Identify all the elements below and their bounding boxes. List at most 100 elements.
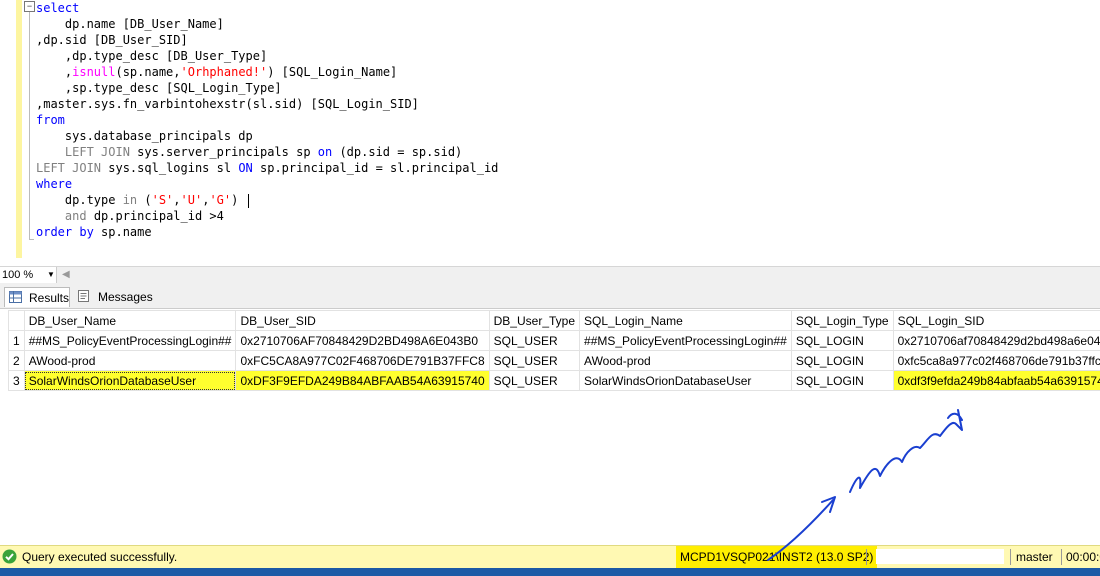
tab-results-label: Results bbox=[29, 291, 70, 305]
window-bottom-edge bbox=[0, 568, 1100, 576]
table-cell[interactable]: SolarWindsOrionDatabaseUser bbox=[23, 370, 237, 391]
table-cell[interactable]: SQL_LOGIN bbox=[790, 370, 894, 391]
tab-messages-label: Messages bbox=[98, 290, 153, 304]
chevron-down-icon: ▼ bbox=[47, 270, 55, 279]
results-grid[interactable]: DB_User_Name DB_User_SID DB_User_Type SQ… bbox=[0, 309, 1100, 545]
table-row[interactable]: 2 AWood-prod 0xFC5CA8A977C02F468706DE791B3… bbox=[8, 350, 1100, 371]
elapsed-time: 00:00:0 bbox=[1066, 550, 1100, 564]
code-line: LEFT JOIN sys.sql_logins sl ON sp.princi… bbox=[36, 160, 498, 176]
code-line: select bbox=[36, 0, 79, 16]
table-cell[interactable]: 0x2710706AF70848429D2BD498A6E043B0 bbox=[235, 330, 490, 351]
status-divider bbox=[1010, 549, 1011, 565]
column-header[interactable]: SQL_Login_Type bbox=[790, 310, 894, 331]
code-token: ( bbox=[137, 193, 152, 207]
table-cell[interactable]: ##MS_PolicyEventProcessingLogin## bbox=[23, 330, 237, 351]
results-tab-strip: Results Messages bbox=[0, 284, 1100, 309]
messages-icon bbox=[78, 290, 89, 302]
user-info-redacted bbox=[876, 549, 1004, 564]
table-cell[interactable]: AWood-prod bbox=[579, 350, 792, 371]
row-number[interactable]: 2 bbox=[8, 350, 25, 371]
zoom-bar: 100 % ▼ ◀ bbox=[0, 266, 1100, 284]
table-cell[interactable]: ##MS_PolicyEventProcessingLogin## bbox=[579, 330, 792, 351]
success-check-icon bbox=[2, 549, 17, 564]
code-token: , bbox=[36, 65, 73, 79]
table-cell[interactable]: 0xDF3F9EFDA249B84ABFAAB54A63915740 bbox=[235, 370, 490, 391]
table-cell[interactable]: SQL_USER bbox=[488, 330, 581, 351]
code-token: sys.server_principals sp bbox=[129, 145, 318, 159]
status-divider bbox=[1061, 549, 1062, 565]
column-header[interactable]: DB_User_SID bbox=[235, 310, 490, 331]
code-line: ,master.sys.fn_varbintohexstr(sl.sid) [S… bbox=[36, 96, 419, 112]
code-token: dp.type bbox=[36, 193, 123, 207]
table-cell[interactable]: 0xFC5CA8A977C02F468706DE791B37FFC8 bbox=[235, 350, 490, 371]
row-number[interactable]: 3 bbox=[8, 370, 25, 391]
row-selector-header[interactable] bbox=[8, 310, 25, 331]
code-token: sp.name bbox=[93, 225, 152, 239]
zoom-select[interactable]: 100 % ▼ bbox=[0, 267, 57, 283]
code-token: 'G' bbox=[209, 193, 232, 207]
table-cell[interactable]: 0xdf3f9efda249b84abfaab54a63915740 bbox=[892, 370, 1100, 391]
code-token: isnull bbox=[72, 65, 116, 79]
code-line: LEFT JOIN sys.server_principals sp on (d… bbox=[36, 144, 462, 160]
tab-messages[interactable]: Messages bbox=[74, 287, 153, 307]
table-cell[interactable]: 0x2710706af70848429d2bd498a6e043b0 bbox=[892, 330, 1100, 351]
column-header[interactable]: DB_User_Type bbox=[488, 310, 581, 331]
table-cell[interactable]: 0xfc5ca8a977c02f468706de791b37ffc8 bbox=[892, 350, 1100, 371]
outline-guide bbox=[29, 12, 30, 240]
changed-lines-indicator bbox=[16, 0, 22, 258]
code-token: sys.sql_logins sl bbox=[101, 161, 239, 175]
status-message: Query executed successfully. bbox=[22, 550, 178, 564]
table-row[interactable]: 1 ##MS_PolicyEventProcessingLogin## 0x2710… bbox=[8, 330, 1100, 351]
code-line: dp.name [DB_User_Name] bbox=[36, 16, 224, 32]
code-token: in bbox=[122, 193, 138, 207]
table-row[interactable]: 3 SolarWindsOrionDatabaseUser 0xDF3F9EFDA2… bbox=[8, 370, 1100, 391]
server-info: MCPD1VSQP021\INST2 (13.0 SP2) bbox=[676, 546, 878, 568]
table-cell[interactable]: AWood-prod bbox=[23, 350, 237, 371]
table-cell[interactable]: SolarWindsOrionDatabaseUser bbox=[579, 370, 792, 391]
table-cell[interactable]: SQL_LOGIN bbox=[790, 350, 894, 371]
scroll-left-icon[interactable]: ◀ bbox=[62, 267, 70, 283]
code-token: (sp.name, bbox=[115, 65, 181, 79]
code-token: ) bbox=[231, 193, 239, 207]
code-token: ) [SQL_Login_Name] bbox=[267, 65, 398, 79]
code-token: ,sp.type_desc [SQL_Login_Type] bbox=[36, 81, 282, 95]
column-header[interactable]: SQL_Login_Name bbox=[579, 310, 792, 331]
query-editor[interactable]: − select dp.name [DB_User_Name] ,dp.sid [… bbox=[0, 0, 1100, 264]
code-token: and bbox=[64, 209, 87, 223]
code-line: ,sp.type_desc [SQL_Login_Type] bbox=[36, 80, 282, 96]
results-table: DB_User_Name DB_User_SID DB_User_Type SQ… bbox=[8, 310, 1100, 391]
code-token: where bbox=[36, 177, 73, 191]
code-token: on bbox=[317, 145, 333, 159]
code-line: sys.database_principals dp bbox=[36, 128, 253, 144]
row-number[interactable]: 1 bbox=[8, 330, 25, 351]
status-bar: Query executed successfully. MCPD1VSQP02… bbox=[0, 545, 1100, 568]
code-line: order by sp.name bbox=[36, 224, 152, 240]
column-header[interactable]: SQL_Login_SID bbox=[892, 310, 1100, 331]
collapse-toggle-icon[interactable]: − bbox=[24, 1, 35, 12]
code-token: dp.principal_id >4 bbox=[86, 209, 224, 223]
table-cell[interactable]: SQL_USER bbox=[488, 370, 581, 391]
code-line: where bbox=[36, 176, 72, 192]
table-cell[interactable]: SQL_USER bbox=[488, 350, 581, 371]
code-line: ,dp.type_desc [DB_User_Type] bbox=[36, 48, 267, 64]
column-header[interactable]: DB_User_Name bbox=[23, 310, 237, 331]
code-token: ,master.sys.fn_varbintohexstr(sl.sid) [S… bbox=[36, 97, 419, 111]
database-name: master bbox=[1016, 550, 1053, 564]
code-line: and dp.principal_id >4 bbox=[36, 208, 224, 224]
grid-icon bbox=[9, 291, 22, 303]
code-token: LEFT JOIN bbox=[36, 161, 102, 175]
code-token: (dp.sid = sp.sid) bbox=[332, 145, 463, 159]
tab-results[interactable]: Results bbox=[4, 287, 70, 307]
status-divider bbox=[866, 549, 867, 565]
code-token: sp.principal_id = sl.principal_id bbox=[252, 161, 499, 175]
code-token: ,dp.type_desc [DB_User_Type] bbox=[36, 49, 268, 63]
zoom-value: 100 % bbox=[2, 269, 34, 281]
code-token: select bbox=[36, 1, 80, 15]
table-cell[interactable]: SQL_LOGIN bbox=[790, 330, 894, 351]
code-token: LEFT JOIN bbox=[64, 145, 130, 159]
code-token: sys.database_principals dp bbox=[36, 129, 253, 143]
code-line: ,isnull(sp.name,'Orhphaned!') [SQL_Login… bbox=[36, 64, 397, 80]
outline-guide-end bbox=[29, 239, 34, 240]
